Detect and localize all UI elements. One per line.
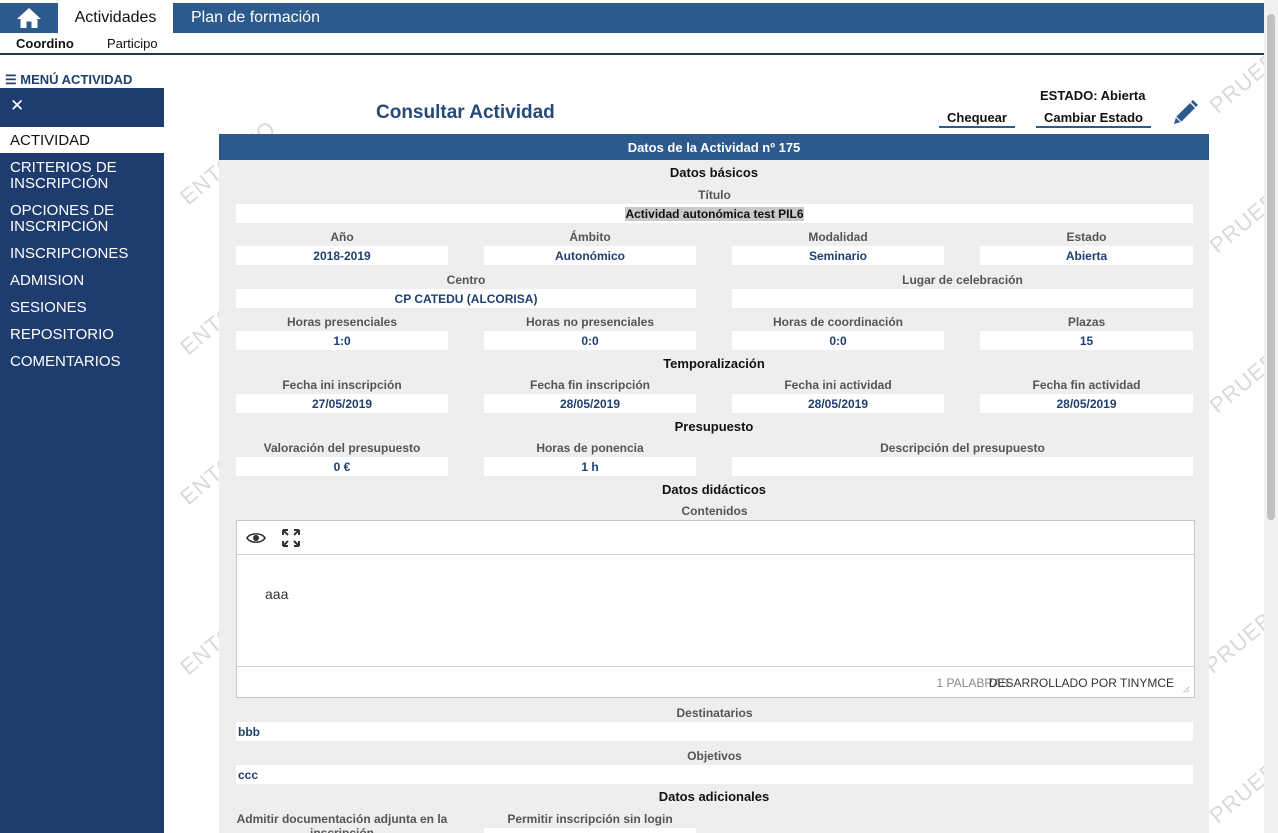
sub-navbar: Coordino Participo	[0, 33, 1264, 55]
field-value-fecha-fin-inscripcion: 28/05/2019	[484, 394, 696, 413]
subnav-participo[interactable]: Participo	[107, 36, 158, 51]
sidebar-item-actividad[interactable]: ACTIVIDAD	[0, 127, 164, 153]
field-value-horas-ponencia: 1 h	[484, 457, 696, 476]
titulo-text: Actividad autonómica test PIL6	[625, 206, 804, 221]
sidebar-item-inscripciones[interactable]: INSCRIPCIONES	[10, 246, 128, 262]
home-button[interactable]	[0, 3, 58, 33]
subnav-coordino[interactable]: Coordino	[16, 36, 74, 51]
field-label-lugar: Lugar de celebración	[902, 273, 1023, 287]
field-label-horas-presenciales: Horas presenciales	[286, 315, 398, 329]
field-label-modalidad: Modalidad	[808, 230, 868, 244]
sidebar-item-opciones[interactable]: OPCIONES DE INSCRIPCIÓN	[10, 203, 130, 235]
sidebar-item-sesiones[interactable]: SESIONES	[10, 300, 87, 316]
sidebar: ✕ ACTIVIDAD CRITERIOS DE INSCRIPCIÓN OPC…	[0, 88, 164, 833]
field-value-modalidad: Seminario	[732, 246, 944, 265]
field-label-fecha-fin-actividad: Fecha fin actividad	[1032, 378, 1141, 392]
sidebar-item-admision[interactable]: ADMISION	[10, 273, 84, 289]
tab-plan-formacion[interactable]: Plan de formación	[191, 3, 320, 33]
menu-actividad-toggle[interactable]: ☰ MENÚ ACTIVIDAD	[5, 72, 132, 88]
field-label-fecha-ini-actividad: Fecha ini actividad	[784, 378, 892, 392]
field-label-fecha-ini-inscripcion: Fecha ini inscripción	[282, 378, 402, 392]
page-title: Consultar Actividad	[376, 102, 555, 123]
field-label-estado: Estado	[1066, 230, 1107, 244]
field-label-horas-coordinacion: Horas de coordinación	[772, 315, 904, 329]
field-value-destinatarios: bbb	[236, 722, 1193, 741]
section-presupuesto: Presupuesto	[674, 419, 754, 434]
chequear-button[interactable]: Chequear	[939, 109, 1015, 128]
field-label-descripcion-presupuesto: Descripción del presupuesto	[880, 441, 1045, 455]
field-label-destinatarios: Destinatarios	[676, 706, 753, 720]
field-value-fecha-fin-actividad: 28/05/2019	[980, 394, 1193, 413]
field-label-objetivos: Objetivos	[687, 749, 742, 763]
field-label-contenidos: Contenidos	[681, 504, 748, 518]
cambiar-estado-button[interactable]: Cambiar Estado	[1036, 109, 1151, 128]
resize-handle-icon[interactable]	[1180, 684, 1190, 694]
editor-toolbar	[237, 521, 1194, 555]
field-label-valoracion-presupuesto: Valoración del presupuesto	[263, 441, 421, 455]
field-label-centro: Centro	[446, 273, 486, 287]
field-label-horas-no-presenciales: Horas no presenciales	[525, 315, 655, 329]
field-value-horas-presenciales: 1:0	[236, 331, 448, 350]
field-label-ambito: Ámbito	[569, 230, 611, 244]
fullscreen-icon[interactable]	[281, 528, 301, 553]
sidebar-item-label: ACTIVIDAD	[10, 132, 91, 149]
field-value-fecha-ini-actividad: 28/05/2019	[732, 394, 944, 413]
sidebar-item-comentarios[interactable]: COMENTARIOS	[10, 354, 121, 370]
scrollbar-thumb[interactable]	[1267, 14, 1275, 520]
field-value-permitir-sin-login	[484, 828, 696, 833]
field-value-centro: CP CATEDU (ALCORISA)	[236, 289, 696, 308]
top-navbar: Actividades Plan de formación	[0, 3, 1264, 33]
field-value-estado: Abierta	[980, 246, 1193, 265]
field-label-plazas: Plazas	[1067, 315, 1106, 329]
panel-header: Datos de la Actividad nº 175	[219, 134, 1209, 160]
field-label-fecha-fin-inscripcion: Fecha fin inscripción	[529, 378, 651, 392]
status-label: ESTADO: Abierta	[1040, 88, 1146, 103]
sidebar-item-criterios[interactable]: CRITERIOS DE INSCRIPCIÓN	[10, 160, 130, 192]
field-label-admitir-documentacion: Admitir documentación adjunta en la insc…	[236, 812, 448, 833]
edit-pencil-icon[interactable]	[1170, 98, 1200, 133]
field-value-titulo: Actividad autonómica test PIL6	[236, 204, 1193, 223]
contenidos-editor[interactable]: aaa 1 PALABRAS DESARROLLADO POR TINYMCE	[236, 520, 1195, 698]
field-value-plazas: 15	[980, 331, 1193, 350]
tab-actividades[interactable]: Actividades	[58, 3, 173, 33]
section-datos-basicos: Datos básicos	[669, 165, 759, 180]
close-icon[interactable]: ✕	[10, 96, 24, 116]
field-value-objetivos: ccc	[236, 765, 1193, 784]
field-value-horas-coordinacion: 0:0	[732, 331, 944, 350]
sidebar-item-repositorio[interactable]: REPOSITORIO	[10, 327, 114, 343]
page-scrollbar[interactable]	[1264, 0, 1278, 833]
editor-statusbar: 1 PALABRAS DESARROLLADO POR TINYMCE	[237, 666, 1194, 697]
field-label-titulo: Título	[698, 188, 731, 202]
field-value-descripcion-presupuesto	[732, 457, 1193, 476]
section-datos-adicionales: Datos adicionales	[658, 789, 770, 804]
field-label-anio: Año	[330, 230, 354, 244]
field-value-fecha-ini-inscripcion: 27/05/2019	[236, 394, 448, 413]
field-value-horas-no-presenciales: 0:0	[484, 331, 696, 350]
eye-icon[interactable]	[246, 528, 266, 553]
field-label-permitir-sin-login: Permitir inscripción sin login	[507, 812, 673, 826]
home-icon	[17, 8, 41, 28]
editor-content[interactable]: aaa	[265, 586, 288, 602]
field-label-horas-ponencia: Horas de ponencia	[536, 441, 644, 455]
powered-by-link[interactable]: DESARROLLADO POR TINYMCE	[989, 676, 1174, 690]
field-value-anio: 2018-2019	[236, 246, 448, 265]
field-value-lugar	[732, 289, 1193, 308]
section-temporalizacion: Temporalización	[663, 356, 765, 371]
field-value-ambito: Autonómico	[484, 246, 696, 265]
field-value-valoracion-presupuesto: 0 €	[236, 457, 448, 476]
section-datos-didacticos: Datos didácticos	[661, 482, 767, 497]
